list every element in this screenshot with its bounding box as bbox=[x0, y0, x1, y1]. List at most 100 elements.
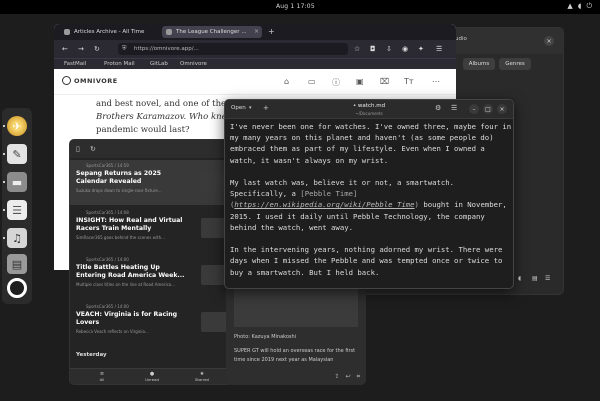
reload-icon[interactable]: ↻ bbox=[94, 45, 100, 53]
list-item[interactable]: SportsCar365 / 14:08 INSIGHT: How Real a… bbox=[70, 207, 231, 252]
bookmark-omnivore[interactable]: Omnivore bbox=[180, 61, 207, 67]
account-icon[interactable]: ◉ bbox=[402, 45, 408, 53]
forward-icon[interactable]: → bbox=[78, 45, 84, 53]
omnivore-logo: OMNIVORE bbox=[74, 77, 118, 85]
folder-icon[interactable]: ▬ bbox=[7, 172, 27, 192]
editor-text-area[interactable]: I've never been one for watches. I've ow… bbox=[230, 121, 512, 287]
reply-icon[interactable]: ↩ bbox=[346, 373, 351, 381]
shield-icon: ⛨ bbox=[122, 45, 127, 52]
paragraph: I've never been one for watches. I've ow… bbox=[230, 122, 512, 165]
nav-toolbar: ← → ↻ ⛨ https://omnivore.app/... ☆ ◘ ⇩ ◉… bbox=[54, 40, 456, 58]
pane-toolbar: ⇪ ↩ ⌗ bbox=[335, 373, 360, 381]
list-item[interactable]: SportsCar365 / 14:00 Title Battles Heati… bbox=[70, 254, 231, 299]
archive-icon[interactable]: ▣ bbox=[356, 77, 364, 86]
download-icon[interactable]: ⇩ bbox=[386, 45, 392, 53]
bookmark-star-icon[interactable]: ☆ bbox=[354, 45, 360, 53]
music-close-button[interactable]: × bbox=[544, 36, 554, 46]
delete-icon[interactable]: ⌧ bbox=[380, 77, 389, 86]
item-meta: SportsCar365 / 14:00 bbox=[86, 304, 129, 309]
label-icon[interactable]: ⌂ bbox=[284, 77, 289, 86]
reader-footer: ≡ All ● Unread ★ Starred bbox=[70, 368, 231, 384]
compass-icon[interactable]: ✈ bbox=[7, 116, 27, 136]
queue-icon[interactable]: ▤ bbox=[532, 275, 538, 282]
paragraph: My last watch was, believe it or not, a … bbox=[230, 177, 512, 233]
tab-league-challenger[interactable]: The League Challenger ... × bbox=[162, 26, 262, 38]
top-bar: Aug 1 17:05 ▲ ◖ ⏻ bbox=[0, 0, 600, 14]
tag-icon[interactable]: ⌗ bbox=[357, 373, 360, 381]
app-menu-icon[interactable]: ☰ bbox=[436, 45, 442, 53]
feed-reader-window: ▯ ↻ SportsCar365 / 14:59 Sepang Returns … bbox=[69, 139, 232, 385]
bookmark-protonmail[interactable]: Proton Mail bbox=[104, 61, 135, 67]
volume-icon: ◖ bbox=[577, 2, 582, 10]
item-meta: SportsCar365 / 14:00 bbox=[86, 257, 129, 262]
system-tray[interactable]: ▲ ◖ ⏻ bbox=[567, 2, 592, 11]
tab-strip: Articles Archive - All Time The League C… bbox=[54, 24, 456, 40]
info-icon[interactable]: ⓘ bbox=[332, 77, 340, 88]
extensions-icon[interactable]: ✦ bbox=[418, 45, 424, 53]
close-button[interactable]: × bbox=[497, 104, 507, 114]
bookmarks-bar: FastMail Proton Mail GitLab Omnivore bbox=[54, 58, 456, 69]
tab-label: All bbox=[99, 377, 105, 382]
article-pane: Photo: Kazuya Minakoshi SUPER GT will ho… bbox=[226, 287, 366, 385]
settings-icon[interactable]: ⚙ bbox=[435, 104, 441, 112]
item-desc: Suzuka drops down to single-race fixture… bbox=[76, 188, 162, 193]
albums-tab[interactable]: Albums bbox=[463, 58, 495, 70]
notebook-icon[interactable]: ▭ bbox=[308, 77, 316, 86]
item-title: INSIGHT: How Real and Virtual Racers Tra… bbox=[76, 217, 183, 232]
tab-all[interactable]: ≡ All bbox=[82, 371, 122, 382]
section-header: Yesterday bbox=[76, 352, 107, 358]
item-title: Sepang Returns as 2025 Calendar Revealed bbox=[76, 170, 162, 185]
menu-icon[interactable]: ☰ bbox=[545, 275, 550, 282]
omnivore-toolbar: OMNIVORE ⌂ ▭ ⓘ ▣ ⌧ Tт ⋯ bbox=[54, 69, 456, 95]
minimize-button[interactable]: – bbox=[469, 104, 479, 114]
markdown-link[interactable]: https://en.wikipedia.org/wiki/Pebble_Tim… bbox=[234, 200, 414, 209]
notes-icon[interactable]: ✎ bbox=[7, 144, 27, 164]
music-icon[interactable]: ♫ bbox=[7, 228, 27, 248]
maximize-button[interactable]: □ bbox=[483, 104, 493, 114]
volume-icon[interactable]: ◖ bbox=[518, 275, 521, 282]
favicon-icon bbox=[166, 29, 172, 35]
favicon-icon bbox=[64, 29, 70, 35]
pocket-icon[interactable]: ◘ bbox=[370, 45, 376, 53]
bookmark-fastmail[interactable]: FastMail bbox=[64, 61, 86, 67]
item-meta: SportsCar365 / 14:59 bbox=[86, 163, 129, 168]
photo-credit: Photo: Kazuya Minakoshi bbox=[234, 334, 297, 340]
omnivore-logo-icon bbox=[62, 76, 71, 85]
list-item[interactable]: SportsCar365 / 14:59 Sepang Returns as 2… bbox=[70, 160, 231, 205]
genres-tab[interactable]: Genres bbox=[499, 58, 531, 70]
tab-starred[interactable]: ★ Starred bbox=[182, 371, 222, 382]
new-tab-icon[interactable]: + bbox=[268, 27, 275, 36]
list-item[interactable]: SportsCar365 / 14:00 VEACH: Virginia is … bbox=[70, 301, 231, 346]
clock[interactable]: Aug 1 17:05 bbox=[276, 3, 315, 10]
sidebar-toggle-icon[interactable]: ▯ bbox=[76, 145, 80, 153]
item-meta: SportsCar365 / 14:08 bbox=[86, 210, 129, 215]
item-thumbnail bbox=[201, 312, 227, 332]
tab-label: The League Challenger ... bbox=[176, 29, 247, 35]
bookmark-gitlab[interactable]: GitLab bbox=[150, 61, 168, 67]
back-icon[interactable]: ← bbox=[62, 45, 68, 53]
help-icon[interactable] bbox=[7, 278, 27, 298]
item-title: VEACH: Virginia is for Racing Lovers bbox=[76, 311, 178, 326]
item-desc: SimRacer365 goes behind the scenes with.… bbox=[76, 235, 165, 240]
tab-label: Unread bbox=[145, 377, 159, 382]
article-photo bbox=[234, 287, 358, 327]
tab-articles-archive[interactable]: Articles Archive - All Time bbox=[60, 26, 160, 38]
document-icon[interactable]: ☰ bbox=[7, 200, 27, 220]
article-text: SUPER GT will hold an overseas race for … bbox=[234, 348, 356, 363]
archive-icon[interactable]: ▤ bbox=[7, 254, 27, 274]
dock: ✈ ✎ ▬ ☰ ♫ ▤ bbox=[2, 108, 32, 304]
url-bar[interactable]: ⛨ https://omnivore.app/... bbox=[118, 43, 348, 55]
editor-header: Open ▾ + • watch.md ~/Documents ⚙ ☰ – □ … bbox=[225, 100, 513, 119]
menu-icon[interactable]: ☰ bbox=[451, 104, 457, 112]
url-text: https://omnivore.app/... bbox=[134, 46, 199, 52]
refresh-icon[interactable]: ↻ bbox=[90, 145, 96, 153]
close-tab-icon[interactable]: × bbox=[254, 28, 259, 35]
font-size-icon[interactable]: Tт bbox=[404, 77, 414, 86]
tab-unread[interactable]: ● Unread bbox=[132, 371, 172, 382]
power-icon: ⏻ bbox=[586, 2, 592, 10]
network-icon: ▲ bbox=[567, 2, 573, 10]
share-icon[interactable]: ⇪ bbox=[335, 373, 340, 381]
more-icon[interactable]: ⋯ bbox=[432, 77, 440, 86]
item-title: Title Battles Heating Up Entering Road A… bbox=[76, 264, 185, 279]
tab-label: Articles Archive - All Time bbox=[74, 29, 145, 35]
